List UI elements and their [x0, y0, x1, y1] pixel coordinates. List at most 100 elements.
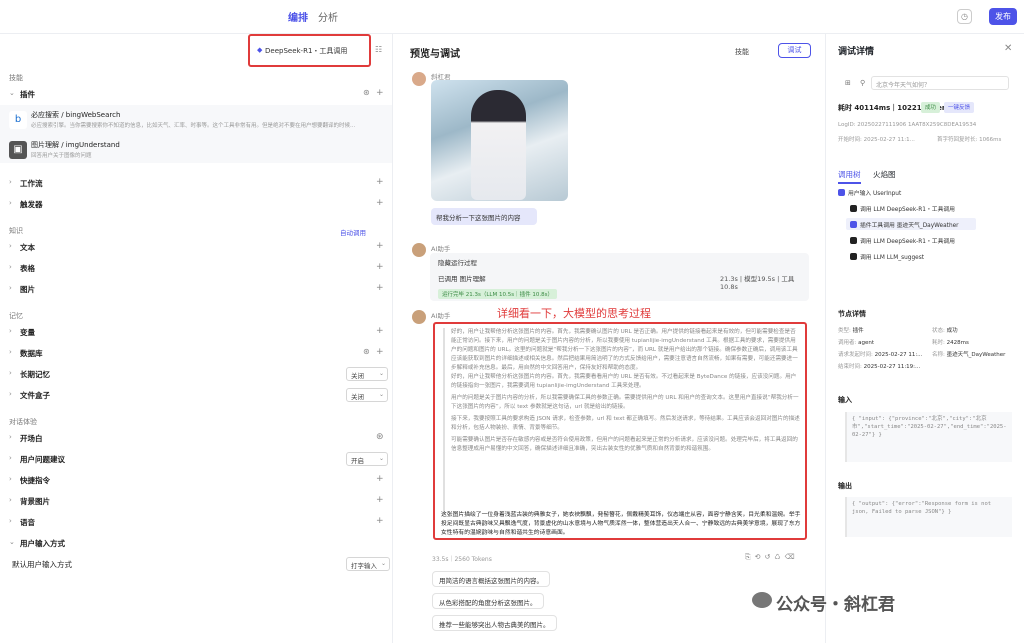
kv-value: 插件 — [852, 328, 864, 334]
debug-title: 调试详情 — [838, 47, 875, 57]
row-image[interactable]: › 图片 + — [0, 279, 392, 300]
row-label: 工作流 — [20, 179, 43, 188]
publish-button[interactable]: 发布 — [989, 8, 1017, 25]
kv-value: 成功 — [946, 328, 958, 334]
hide-process-toggle[interactable]: 隐藏运行过程 — [438, 257, 477, 267]
row-opening[interactable]: › 开场白 ⊛ — [0, 428, 392, 449]
search-text: 北京今年天气如何？ — [876, 82, 931, 89]
annotation-text: 详细看一下，大模型的思考过程 — [497, 307, 651, 320]
input-title: 输入 — [838, 396, 852, 404]
tab-flame[interactable]: 火焰图 — [873, 169, 896, 180]
row-variable[interactable]: › 变量 + — [0, 322, 392, 343]
top-bar: 编排 分析 ◷ 发布 — [0, 0, 1024, 34]
row-table[interactable]: › 表格 + — [0, 258, 392, 279]
output-json: { "output": {"error":"Response form is n… — [845, 497, 1012, 537]
settings-icon[interactable]: ⊛ — [363, 347, 370, 356]
uploaded-image[interactable] — [431, 80, 568, 201]
row-label: 语音 — [20, 518, 35, 527]
add-icon[interactable]: + — [376, 347, 384, 357]
start-time: 开始时间: 2025-02-27 11:1... — [838, 137, 915, 143]
chevron-down-icon: ⌄ — [378, 391, 384, 398]
close-icon[interactable]: ✕ — [1004, 43, 1012, 54]
row-user-suggest[interactable]: › 用户问题建议 开启 ⌄ — [0, 449, 392, 470]
row-text[interactable]: › 文本 + — [0, 237, 392, 258]
kv-key: 结束时间: — [838, 364, 862, 370]
think-paragraph: 好的，用户让我帮他分析这张图片的内容。首先，我需要确认图片的 URL 是否正确。… — [451, 329, 798, 371]
row-shortcut[interactable]: › 快捷指令 + — [0, 470, 392, 491]
section-dialog: 对话体验 — [9, 418, 37, 426]
add-icon[interactable]: + — [376, 495, 384, 505]
row-workflow[interactable]: › 工作流 + — [0, 173, 392, 194]
add-icon[interactable]: + — [376, 283, 384, 293]
search-input[interactable]: 北京今年天气如何？ — [871, 76, 1009, 90]
auto-icon[interactable]: ⊛ — [363, 88, 370, 97]
tree-node[interactable]: 调用 LLM DeepSeek-R1・工具调用 — [850, 204, 955, 213]
tab-call-tree[interactable]: 调用树 — [838, 169, 861, 184]
kv-key: 名称: — [932, 352, 945, 358]
row-input-mode[interactable]: ⌄ 用户输入方式 — [0, 533, 392, 554]
user-input-icon — [838, 189, 845, 196]
suggestion-chip[interactable]: 推荐一些能够突出人物古典美的图片。 — [432, 615, 557, 631]
think-paragraph: 接下来，我要按照工具的要求构造 JSON 请求，检查参数，url 和 text … — [451, 416, 800, 431]
debug-button[interactable]: 调试 — [778, 43, 811, 58]
file-box-select[interactable]: 关闭 ⌄ — [346, 388, 388, 402]
kv-type: 类型: 插件 — [838, 326, 864, 334]
tree-label: 调用 LLM LLM_suggest — [860, 255, 925, 261]
row-label: 文本 — [20, 243, 35, 252]
add-icon[interactable]: + — [376, 88, 384, 98]
skill-toggle[interactable]: 技能 — [735, 47, 749, 57]
chevron-down-icon: ⌄ — [378, 370, 384, 377]
plugin-name: 图片理解 / imgUnderstand — [31, 141, 120, 149]
row-label: 插件 — [20, 90, 35, 99]
select-value: 开启 — [351, 457, 364, 465]
tree-node[interactable]: 调用 LLM LLM_suggest — [850, 252, 924, 261]
auto-call-select[interactable]: 自动调用 — [340, 227, 366, 237]
run-process-box[interactable]: 隐藏运行过程 已调用 图片理解 21.3s | 模型19.5s | 工具10.8… — [430, 253, 809, 301]
tab-arrange[interactable]: 编排 — [288, 9, 308, 24]
add-icon[interactable]: + — [376, 198, 384, 208]
tab-analyze[interactable]: 分析 — [318, 9, 338, 24]
feedback-button[interactable]: 一键反馈 — [944, 102, 975, 113]
input-mode-select[interactable]: 打字输入 ⌄ — [346, 557, 390, 571]
filter-icon[interactable]: ⊞ — [845, 79, 851, 87]
row-label: 用户问题建议 — [20, 455, 65, 464]
plugin-item[interactable]: ▣ 图片理解 / imgUnderstand 回答用户关于图像的问题 — [9, 138, 391, 162]
row-voice[interactable]: › 语音 + — [0, 512, 392, 533]
called-time: 21.3s | 模型19.5s | 工具10.8s — [720, 275, 795, 291]
photo-figure — [471, 90, 526, 200]
tree-node[interactable]: 插件工具调用 墨迹天气_DayWeather — [850, 220, 959, 229]
long-memory-select[interactable]: 关闭 ⌄ — [346, 367, 388, 381]
kv-name: 名称: 墨迹天气_DayWeather — [932, 350, 1005, 358]
funnel-icon[interactable]: ⚲ — [860, 79, 865, 87]
add-icon[interactable]: + — [376, 262, 384, 272]
row-bg-image[interactable]: › 背景图片 + — [0, 491, 392, 512]
row-file-box[interactable]: › 文件盒子 关闭 ⌄ — [0, 385, 392, 406]
message-action-icons[interactable]: ⎘⟲↺♺⌫ — [745, 553, 799, 562]
tree-node[interactable]: 调用 LLM DeepSeek-R1・工具调用 — [850, 236, 955, 245]
history-icon[interactable]: ◷ — [957, 9, 972, 24]
chevron-right-icon: › — [9, 178, 12, 186]
add-icon[interactable]: + — [376, 516, 384, 526]
plugin-item[interactable]: b 必应搜索 / bingWebSearch 必应搜索引擎。当你需要搜索你不知道… — [9, 108, 391, 132]
suggestion-chip[interactable]: 从色彩搭配的角度分析这张图片。 — [432, 593, 544, 609]
add-icon[interactable]: + — [376, 177, 384, 187]
row-label: 变量 — [20, 328, 35, 337]
settings-icon[interactable]: ⊛ — [376, 432, 384, 442]
add-icon[interactable]: + — [376, 241, 384, 251]
row-long-memory[interactable]: › 长期记忆 关闭 ⌄ — [0, 364, 392, 385]
row-plugin[interactable]: ⌄ 插件 ⊛ + — [0, 84, 392, 105]
chevron-down-icon: ⌄ — [378, 455, 384, 462]
final-answer: 这张图片描绘了一位身着浅蓝古装的典雅女子，她衣袂飘飘，発髻簪花，佩戴精美耳饰，仪… — [441, 512, 801, 536]
row-database[interactable]: › 数据库 ⊛ + — [0, 343, 392, 364]
kv-key: 请求发起时间: — [838, 352, 873, 358]
plugin-desc: 必应搜索引擎。当你需要搜索你不知道的信息，比如天气、汇率、时事等。这个工具非常有… — [31, 123, 356, 129]
suggestion-chip[interactable]: 用简洁的语言概括这张图片的内容。 — [432, 571, 550, 587]
user-suggest-select[interactable]: 开启 ⌄ — [346, 452, 388, 466]
row-trigger[interactable]: › 触发器 + — [0, 194, 392, 215]
tree-node[interactable]: 用户输入 UserInput — [838, 188, 901, 197]
model-settings-icon[interactable]: ☷ — [375, 45, 382, 54]
add-icon[interactable]: + — [376, 326, 384, 336]
add-icon[interactable]: + — [376, 474, 384, 484]
avatar — [412, 310, 426, 324]
llm-icon — [850, 253, 857, 260]
